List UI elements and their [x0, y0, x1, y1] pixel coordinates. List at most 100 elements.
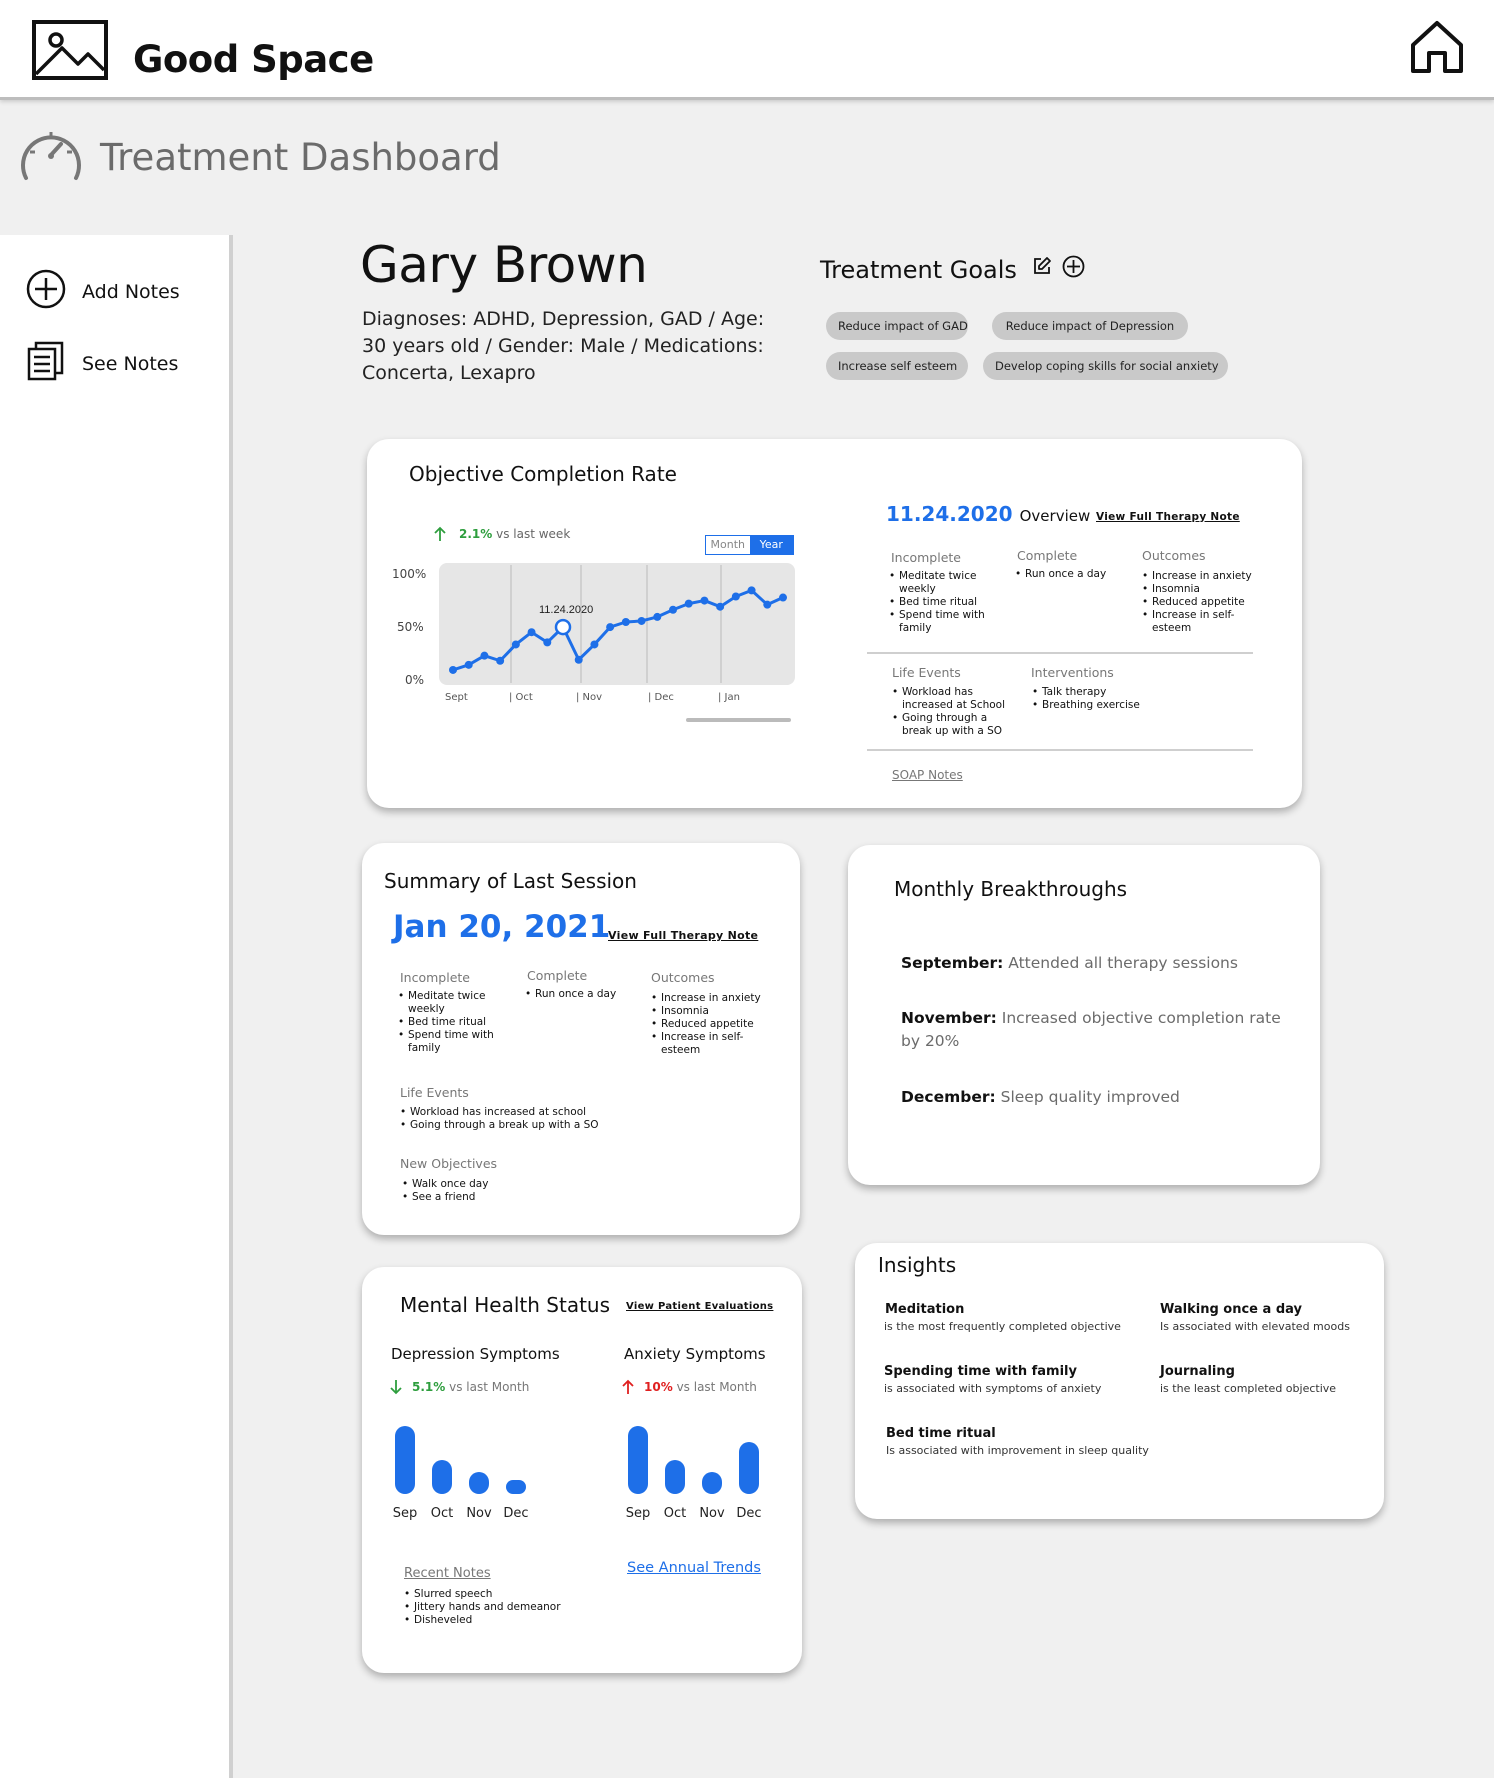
- data-point[interactable]: [543, 638, 552, 647]
- data-point[interactable]: [700, 596, 709, 605]
- insight-sub: Is associated with elevated moods: [1160, 1320, 1350, 1333]
- brand-name: Good Space: [133, 38, 374, 81]
- overview-label: Overview: [1019, 507, 1091, 525]
- data-point[interactable]: [763, 600, 772, 609]
- outcomes-list: Increase in anxiety Insomnia Reduced app…: [651, 992, 771, 1057]
- gauge-icon: [18, 122, 84, 186]
- list-item: Run once a day: [1015, 568, 1125, 581]
- completion-delta: 2.1% vs last week: [459, 527, 570, 541]
- bar-month-label: Dec: [503, 1506, 529, 1521]
- symptom-bar: [739, 1442, 759, 1494]
- view-therapy-note-link[interactable]: View Full Therapy Note: [1096, 511, 1240, 523]
- list-item: Jittery hands and demeanor: [404, 1601, 604, 1614]
- chart-scrollbar[interactable]: [686, 718, 791, 722]
- data-point[interactable]: [527, 628, 536, 637]
- insight-title: Bed time ritual: [886, 1426, 996, 1441]
- completion-delta-text: vs last week: [496, 527, 571, 541]
- list-item: Insomnia: [651, 1005, 771, 1018]
- completion-line-chart: 11.24.2020: [439, 563, 795, 685]
- treatment-goals-title: Treatment Goals: [820, 256, 1017, 284]
- goal-chip[interactable]: Reduce impact of GAD: [826, 312, 968, 340]
- data-point[interactable]: [496, 656, 505, 665]
- bar-month-label: Oct: [430, 1506, 454, 1521]
- card-title: Insights: [878, 1253, 957, 1277]
- list-item: Spend time with family: [889, 609, 999, 635]
- plus-circle-icon[interactable]: [1062, 255, 1085, 282]
- data-point[interactable]: [464, 660, 473, 669]
- sidebar-item-label: Add Notes: [82, 280, 180, 303]
- view-patient-evaluations-link[interactable]: View Patient Evaluations: [626, 1301, 773, 1312]
- data-point[interactable]: [779, 593, 787, 602]
- breakthrough-month: December:: [901, 1088, 996, 1106]
- x-tick-label: | Dec: [648, 692, 674, 703]
- goal-chip[interactable]: Increase self esteem: [826, 352, 968, 380]
- list-item: Talk therapy: [1032, 686, 1162, 699]
- section-label: Outcomes: [1142, 548, 1206, 563]
- goal-chip[interactable]: Develop coping skills for social anxiety: [983, 352, 1228, 380]
- breakthrough-item: September: Attended all therapy sessions: [901, 952, 1281, 975]
- app-header: Good Space: [0, 0, 1494, 100]
- delta-text: vs last Month: [449, 1380, 530, 1394]
- list-item: See a friend: [402, 1191, 602, 1204]
- data-point[interactable]: [590, 640, 599, 649]
- outcomes-list: Increase in anxiety Insomnia Reduced app…: [1142, 570, 1262, 635]
- data-point[interactable]: [653, 612, 662, 621]
- data-point[interactable]: [731, 592, 740, 601]
- anxiety-label: Anxiety Symptoms: [624, 1345, 766, 1363]
- list-item: Insomnia: [1142, 583, 1262, 596]
- interventions-list: Talk therapy Breathing exercise: [1032, 686, 1162, 712]
- symptom-bar: [432, 1460, 452, 1494]
- list-item: Increase in self-esteem: [1142, 609, 1262, 635]
- data-point[interactable]: [511, 640, 520, 649]
- edit-icon[interactable]: [1032, 256, 1052, 280]
- card-title: Monthly Breakthroughs: [894, 877, 1128, 901]
- data-point[interactable]: [716, 602, 725, 611]
- breakthrough-month: November:: [901, 1009, 997, 1027]
- list-item: Meditate twice weekly: [889, 570, 999, 596]
- plus-circle-icon: [26, 269, 66, 314]
- y-tick-label: 50%: [397, 620, 424, 634]
- data-point[interactable]: [621, 618, 630, 626]
- page-title: Treatment Dashboard: [100, 136, 501, 179]
- data-point[interactable]: [747, 586, 756, 595]
- section-label: Incomplete: [891, 550, 961, 565]
- soap-notes-link[interactable]: SOAP Notes: [892, 768, 963, 782]
- mental-health-card: Mental Health Status View Patient Evalua…: [362, 1267, 802, 1673]
- session-date: Jan 20, 2021: [393, 909, 611, 945]
- bar-month-label: Sep: [625, 1506, 651, 1521]
- data-point[interactable]: [684, 599, 693, 608]
- toggle-month[interactable]: Month: [706, 536, 750, 554]
- list-item: Bed time ritual: [889, 596, 999, 609]
- section-label: Life Events: [400, 1085, 469, 1100]
- data-point[interactable]: [574, 655, 583, 664]
- view-therapy-note-link[interactable]: View Full Therapy Note: [608, 929, 758, 942]
- list-item: Workload has increased at school: [400, 1106, 660, 1119]
- data-point[interactable]: [480, 651, 489, 660]
- home-icon[interactable]: [1409, 19, 1465, 77]
- list-item: Going through a break up with a SO: [400, 1119, 660, 1132]
- new-objectives-list: Walk once day See a friend: [402, 1178, 602, 1204]
- insight-title: Spending time with family: [884, 1364, 1077, 1379]
- list-item: Bed time ritual: [398, 1016, 503, 1029]
- section-label: Incomplete: [400, 970, 470, 985]
- complete-list: Run once a day: [525, 988, 635, 1001]
- x-tick-label: | Jan: [718, 692, 740, 703]
- highlight-point[interactable]: [554, 618, 572, 636]
- arrow-up-icon: [434, 526, 446, 546]
- delta-text: vs last Month: [676, 1380, 757, 1394]
- bar-month-label: Dec: [736, 1506, 762, 1521]
- insight-sub: is the most frequently completed objecti…: [884, 1320, 1121, 1333]
- data-point[interactable]: [606, 623, 615, 632]
- symptom-bar: [506, 1480, 526, 1494]
- goal-chip[interactable]: Reduce impact of Depression: [992, 312, 1188, 340]
- breakthrough-text: Sleep quality improved: [1000, 1088, 1180, 1106]
- data-point[interactable]: [637, 616, 646, 625]
- data-point[interactable]: [449, 665, 457, 674]
- sidebar-item-add-notes[interactable]: Add Notes: [26, 269, 180, 314]
- sidebar-item-see-notes[interactable]: See Notes: [26, 341, 178, 386]
- toggle-year[interactable]: Year: [749, 536, 793, 554]
- data-point[interactable]: [669, 605, 677, 614]
- incomplete-list: Meditate twice weekly Bed time ritual Sp…: [398, 990, 503, 1055]
- recent-notes-label: Recent Notes: [404, 1566, 491, 1581]
- see-annual-trends-link[interactable]: See Annual Trends: [627, 1560, 761, 1576]
